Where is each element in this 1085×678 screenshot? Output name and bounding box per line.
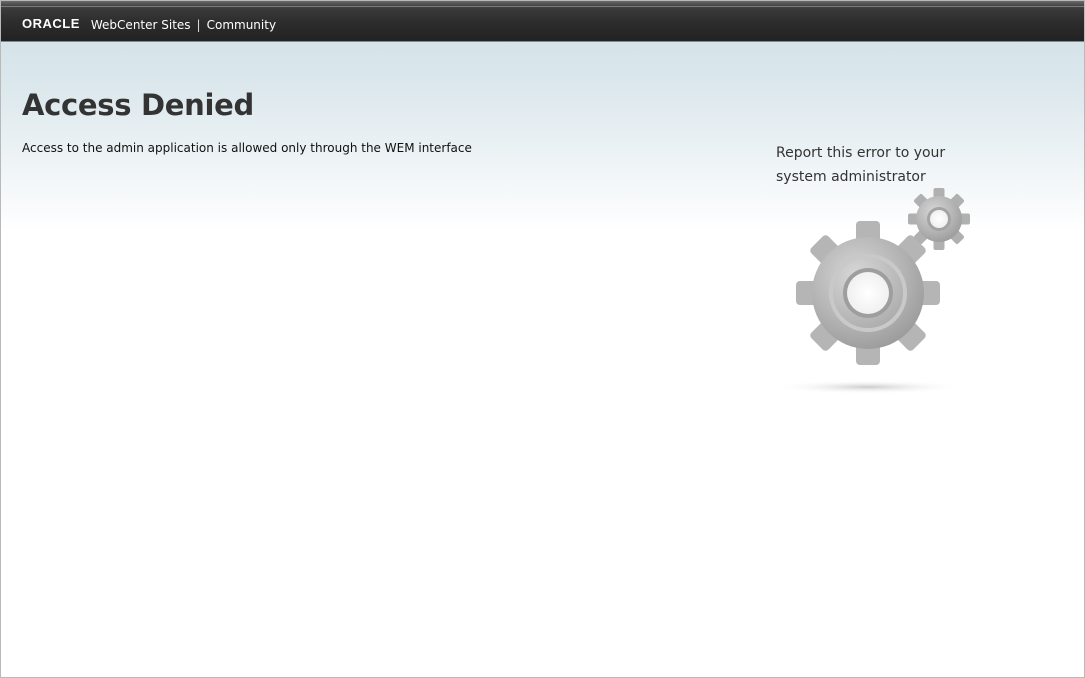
top-bar: ORACLE WebCenter Sites | Community: [1, 1, 1084, 42]
small-gear: [908, 188, 970, 250]
large-gear: [796, 221, 940, 365]
gear-shadow: [773, 380, 963, 394]
brand-separator: |: [196, 17, 201, 32]
oracle-logo: ORACLE: [22, 16, 80, 31]
page-title: Access Denied: [22, 88, 254, 122]
product-name: WebCenter Sites: [90, 17, 191, 32]
site-name: Community: [206, 17, 277, 32]
brand: ORACLE WebCenter Sites | Community: [22, 16, 277, 32]
browser-frame: ORACLE WebCenter Sites | Community Acces…: [0, 0, 1085, 678]
gears-icon: [773, 188, 970, 394]
top-bar-stripe: [1, 6, 1084, 7]
error-message: Access to the admin application is allow…: [22, 141, 472, 155]
